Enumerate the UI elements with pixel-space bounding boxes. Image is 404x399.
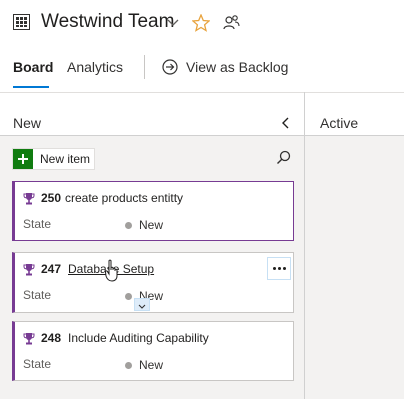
state-field-label: State [23, 357, 52, 371]
new-item-label: New item [40, 152, 91, 166]
selected-tab-indicator [13, 86, 49, 88]
work-item-id: 250 [41, 191, 62, 205]
column-active [305, 136, 404, 399]
more-icon[interactable] [267, 257, 291, 280]
tab-board[interactable]: Board [13, 59, 53, 75]
chevron-down-small-icon [138, 304, 146, 309]
state-indicator [125, 293, 132, 300]
new-item-button[interactable]: New item [12, 148, 95, 170]
page-header: Westwind Team Board Analytics View as Ba… [0, 0, 404, 92]
star-icon[interactable] [192, 14, 210, 32]
state-field-label: State [23, 288, 52, 302]
trophy-icon [23, 333, 35, 345]
search-icon[interactable] [276, 150, 291, 165]
trophy-icon [23, 264, 35, 276]
tab-divider [144, 55, 145, 79]
team-name[interactable]: Westwind Team [41, 11, 174, 33]
state-field-value[interactable]: New [139, 358, 163, 372]
plus-icon [13, 149, 33, 169]
work-item-id: 248 [41, 331, 62, 345]
trophy-icon [23, 193, 35, 205]
column-new: New New item 250 create products entitty… [0, 92, 304, 399]
arrow-circle-right-icon[interactable] [162, 59, 178, 75]
team-members-icon[interactable] [223, 14, 240, 31]
work-item-title[interactable]: create products entitty [65, 191, 183, 205]
state-indicator [125, 362, 132, 369]
work-item-card[interactable]: 250 create products entitty State New [12, 181, 294, 241]
work-item-card[interactable]: 247 Database Setup State New [12, 252, 294, 313]
column-title-active: Active [320, 115, 359, 131]
chevron-left-icon[interactable] [281, 117, 290, 129]
state-field-label: State [23, 217, 52, 231]
column-header-active: Active [305, 92, 404, 136]
column-header-new: New [0, 92, 304, 136]
hand-cursor-icon [105, 259, 118, 282]
state-indicator [125, 222, 132, 229]
work-item-title[interactable]: Include Auditing Capability [68, 331, 209, 345]
column-title-new: New [13, 115, 42, 131]
tab-analytics[interactable]: Analytics [67, 59, 123, 75]
team-icon [13, 14, 30, 30]
work-item-id: 247 [41, 262, 62, 276]
view-as-backlog-link[interactable]: View as Backlog [186, 59, 288, 75]
expand-details-button[interactable] [134, 298, 150, 311]
kanban-board: New New item 250 create products entitty… [0, 92, 404, 399]
work-item-card[interactable]: 248 Include Auditing Capability State Ne… [12, 321, 294, 381]
chevron-down-icon[interactable] [167, 17, 179, 27]
state-field-value[interactable]: New [139, 218, 163, 232]
